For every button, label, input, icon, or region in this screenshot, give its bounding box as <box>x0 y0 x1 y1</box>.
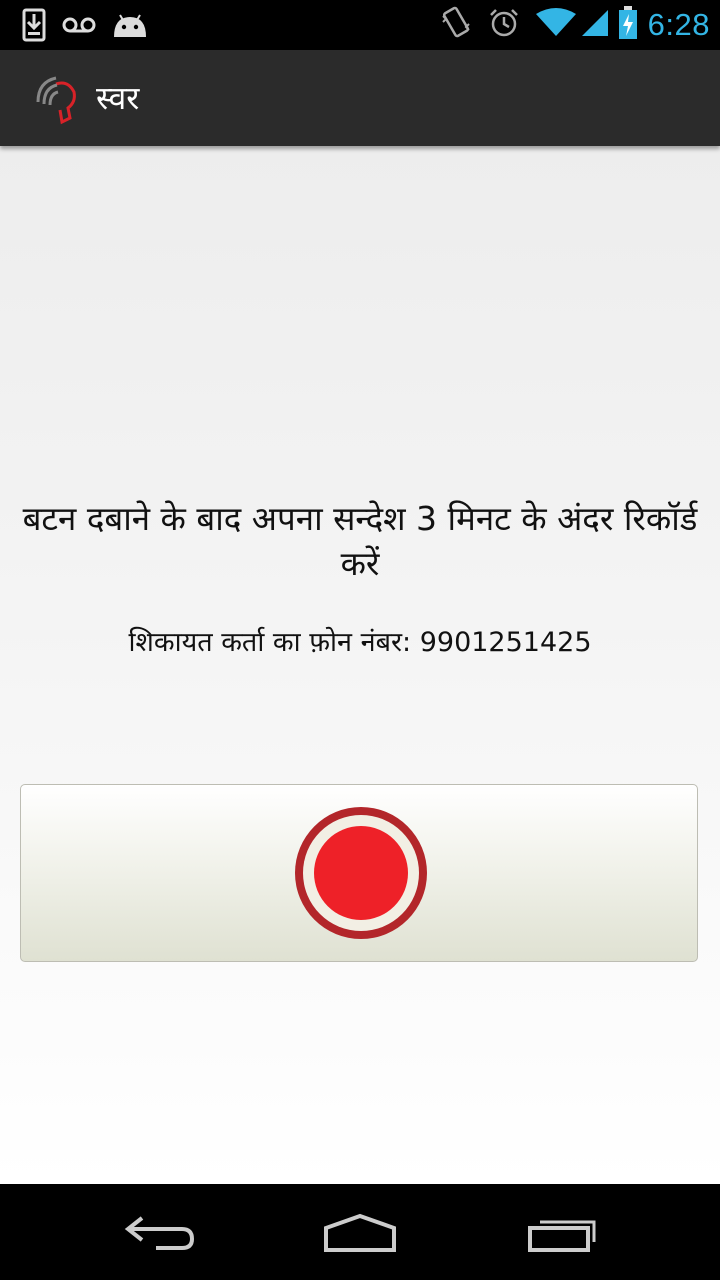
back-icon[interactable] <box>124 1212 200 1254</box>
swara-logo-icon[interactable] <box>34 72 80 126</box>
main-content: बटन दबाने के बाद अपना सन्देश 3 मिनट के अ… <box>0 146 720 1184</box>
instruction-text: बटन दबाने के बाद अपना सन्देश 3 मिनट के अ… <box>22 499 698 583</box>
vibrate-icon <box>440 6 472 44</box>
status-right-icons: 6:28 <box>440 0 710 50</box>
recent-apps-icon[interactable] <box>526 1212 602 1254</box>
voicemail-icon <box>62 15 96 39</box>
alarm-icon <box>488 7 520 43</box>
action-bar: स्वर <box>0 50 720 146</box>
android-debug-icon <box>112 11 148 43</box>
status-time: 6:28 <box>647 7 710 42</box>
status-bar: 6:28 <box>0 0 720 50</box>
status-left-icons <box>22 8 164 46</box>
nav-bar <box>0 1184 720 1280</box>
record-icon <box>290 802 432 944</box>
record-button[interactable] <box>20 784 698 962</box>
complainant-phone-text: शिकायत कर्ता का फ़ोन नंबर: 9901251425 <box>128 627 592 658</box>
download-icon <box>22 8 46 46</box>
signal-icon <box>580 8 610 42</box>
app-title: स्वर <box>96 79 140 117</box>
battery-charging-icon <box>618 6 638 44</box>
home-icon[interactable] <box>322 1212 398 1254</box>
wifi-icon <box>535 8 576 42</box>
